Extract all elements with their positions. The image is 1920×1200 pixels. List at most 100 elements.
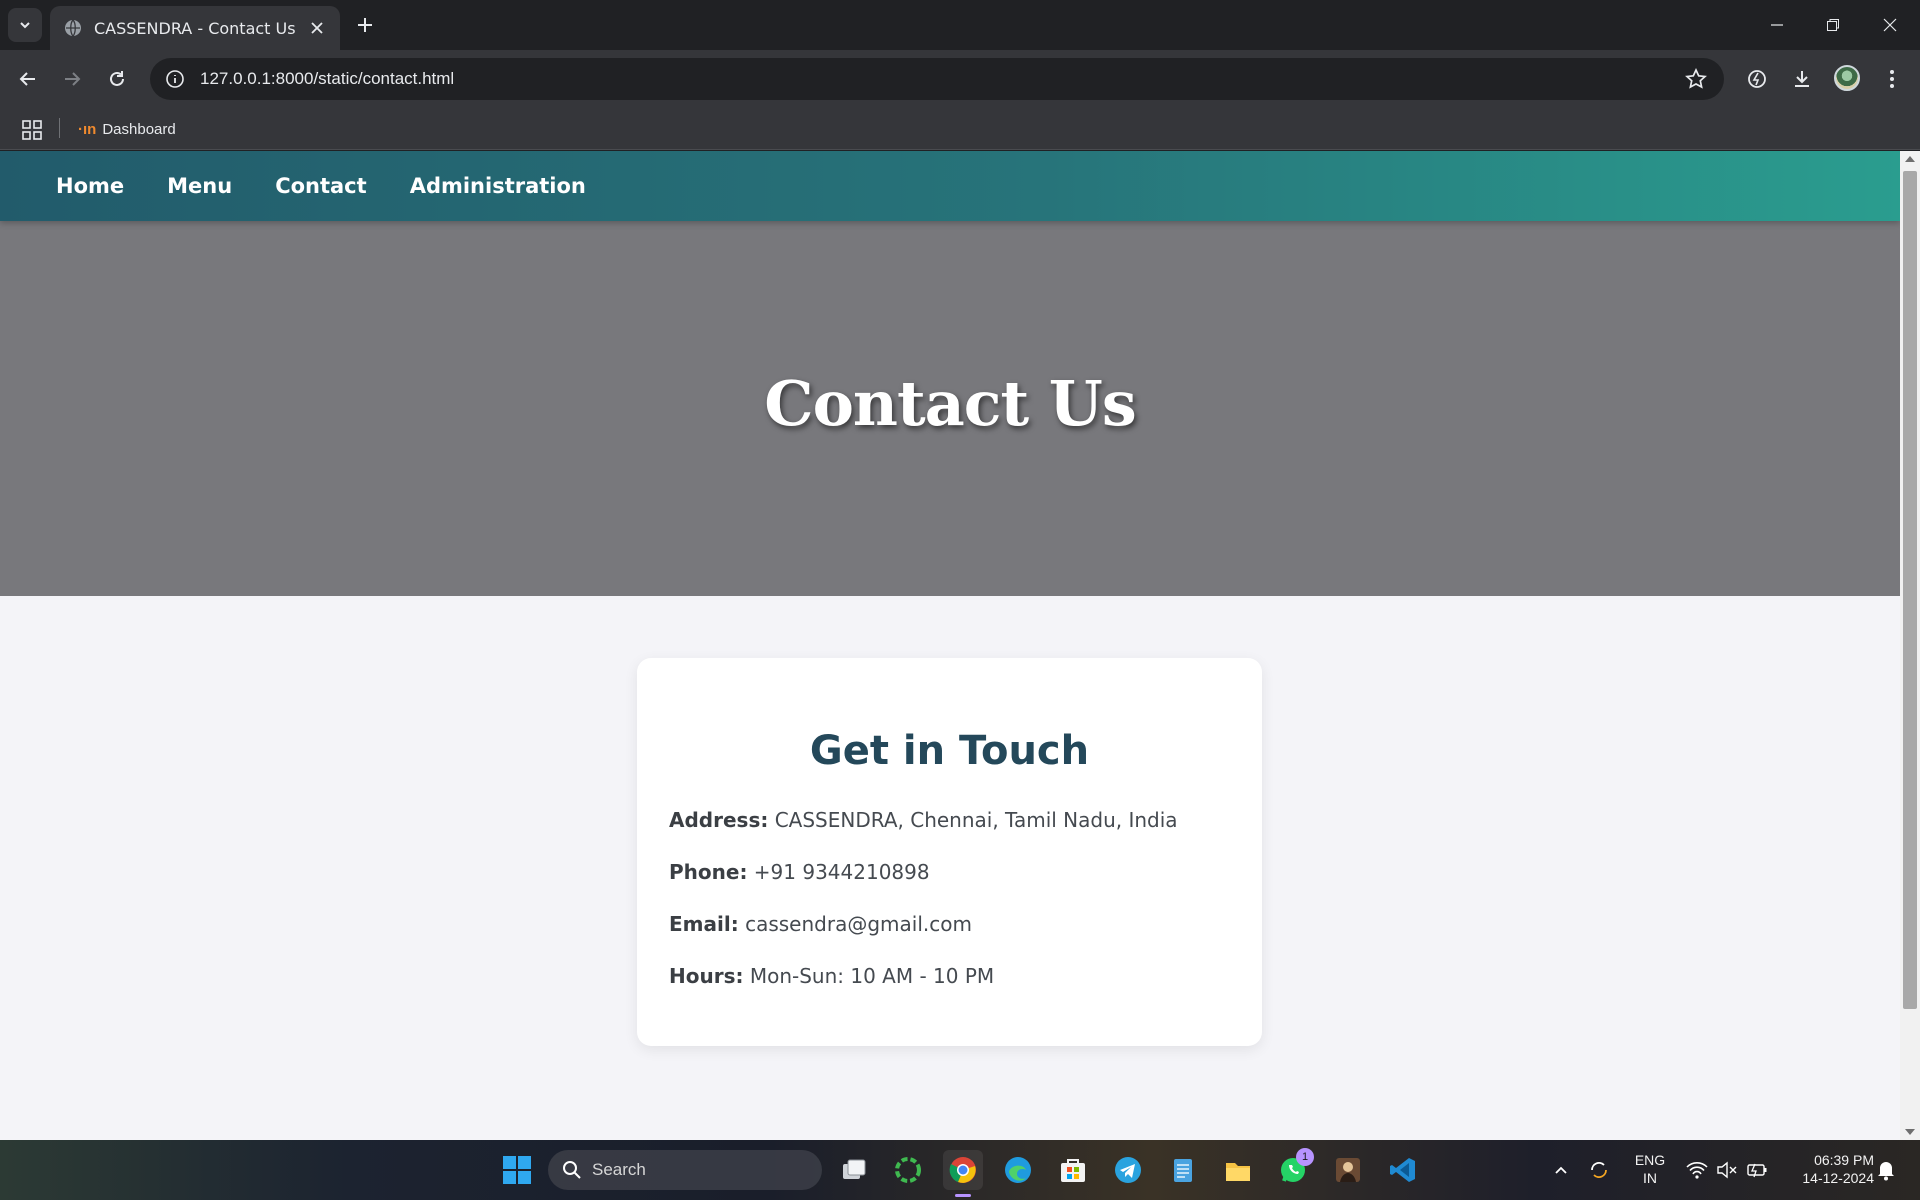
whatsapp-notification-badge: 1 <box>1296 1148 1314 1166</box>
chrome-icon <box>949 1157 976 1183</box>
reload-button[interactable] <box>101 63 133 95</box>
menu-button[interactable] <box>1876 63 1908 95</box>
tab-title: CASSENDRA - Contact Us <box>94 18 296 38</box>
address-row: Address: CASSENDRA, Chennai, Tamil Nadu,… <box>669 808 1230 832</box>
new-tab-button[interactable] <box>352 12 378 38</box>
phone-value: +91 9344210898 <box>747 860 930 884</box>
sync-icon[interactable] <box>1587 1158 1611 1182</box>
start-button[interactable] <box>497 1150 537 1190</box>
language-indicator[interactable]: ENG IN <box>1630 1151 1670 1187</box>
game-app-icon <box>1336 1158 1360 1182</box>
close-window-button[interactable] <box>1875 10 1905 40</box>
taskbar-telegram[interactable] <box>1108 1150 1148 1190</box>
edge-icon <box>1005 1157 1031 1183</box>
region-code: IN <box>1643 1170 1657 1186</box>
forward-button[interactable] <box>56 63 88 95</box>
chevron-down-icon <box>20 22 30 29</box>
hours-label: Hours: <box>669 964 744 988</box>
wifi-icon[interactable] <box>1686 1160 1708 1180</box>
taskbar-chrome[interactable] <box>943 1150 983 1190</box>
url-text: 127.0.0.1:8000/static/contact.html <box>200 69 455 88</box>
taskbar-edge[interactable] <box>998 1150 1038 1190</box>
chevron-up-icon[interactable] <box>1553 1162 1569 1178</box>
hours-row: Hours: Mon-Sun: 10 AM - 10 PM <box>669 964 1230 988</box>
page-scrollbar[interactable] <box>1900 151 1920 1140</box>
tab-search-button[interactable] <box>8 8 42 42</box>
downloads-button[interactable] <box>1786 63 1818 95</box>
scroll-up-arrow-icon[interactable] <box>1905 156 1915 162</box>
arrow-right-icon <box>65 72 81 86</box>
restore-button[interactable] <box>1818 10 1848 40</box>
nav-administration-link[interactable]: Administration <box>410 174 586 198</box>
taskbar-store[interactable] <box>1053 1150 1093 1190</box>
performance-icon <box>1748 70 1766 88</box>
profile-avatar[interactable] <box>1834 65 1860 91</box>
taskbar-file-explorer[interactable] <box>1218 1150 1258 1190</box>
language-code: ENG <box>1634 1152 1666 1168</box>
page-title: Contact Us <box>764 367 1137 440</box>
bookmarks-bar: ·ın Dashboard <box>0 108 1920 150</box>
email-label: Email: <box>669 912 739 936</box>
taskbar-app-spinner[interactable] <box>888 1150 928 1190</box>
apps-grid-icon[interactable] <box>20 118 44 142</box>
active-app-indicator <box>955 1194 971 1197</box>
arrow-left-icon <box>19 72 35 86</box>
nav-home-link[interactable]: Home <box>56 174 124 198</box>
hero-banner: Contact Us <box>0 221 1900 596</box>
store-icon <box>1061 1159 1085 1182</box>
scrollbar-thumb[interactable] <box>1903 171 1917 1009</box>
download-icon <box>1795 71 1809 87</box>
notepad-icon <box>1174 1159 1192 1182</box>
folder-icon <box>1226 1163 1250 1181</box>
address-value: CASSENDRA, Chennai, Tamil Nadu, India <box>768 808 1178 832</box>
close-icon <box>1883 18 1897 32</box>
bookmark-star-icon[interactable] <box>1684 67 1708 91</box>
reload-icon <box>110 71 124 86</box>
battery-icon[interactable] <box>1746 1160 1768 1180</box>
notification-bell-icon[interactable] <box>1876 1159 1896 1181</box>
taskbar-search-box[interactable]: Search <box>548 1150 822 1190</box>
performance-button[interactable] <box>1741 63 1773 95</box>
restore-icon <box>1827 19 1839 31</box>
page-viewport: Home Menu Contact Administration Contact… <box>0 151 1900 1140</box>
minimize-button[interactable] <box>1762 10 1792 40</box>
address-bar[interactable]: 127.0.0.1:8000/static/contact.html <box>150 58 1724 100</box>
scroll-down-arrow-icon[interactable] <box>1905 1129 1915 1135</box>
circular-app-icon <box>895 1157 921 1183</box>
windows-taskbar: Search 1 ENG IN 06:39 PM 14-12-2024 <box>0 1140 1920 1200</box>
info-icon <box>166 70 184 88</box>
email-value: cassendra@gmail.com <box>738 912 972 936</box>
nav-contact-link[interactable]: Contact <box>275 174 367 198</box>
taskbar-search-label: Search <box>592 1160 646 1179</box>
globe-icon <box>65 19 81 37</box>
browser-toolbar: 127.0.0.1:8000/static/contact.html <box>0 50 1920 108</box>
task-view-button[interactable] <box>834 1150 874 1190</box>
dashboard-favicon-icon: ·ın <box>78 120 97 138</box>
bookmark-label: Dashboard <box>102 120 176 138</box>
address-label: Address: <box>669 808 769 832</box>
bookmark-separator <box>59 118 60 138</box>
email-row: Email: cassendra@gmail.com <box>669 912 1230 936</box>
back-button[interactable] <box>12 63 44 95</box>
bookmark-dashboard[interactable]: ·ın Dashboard <box>78 116 176 142</box>
telegram-icon <box>1115 1157 1141 1183</box>
nav-menu-link[interactable]: Menu <box>167 174 232 198</box>
close-icon[interactable] <box>308 19 326 37</box>
browser-tab[interactable]: CASSENDRA - Contact Us <box>50 6 340 50</box>
site-navbar: Home Menu Contact Administration <box>0 151 1900 221</box>
search-icon <box>563 1161 581 1179</box>
volume-muted-icon[interactable] <box>1716 1160 1738 1180</box>
taskbar-vscode[interactable] <box>1383 1150 1423 1190</box>
clock[interactable]: 06:39 PM 14-12-2024 <box>1784 1151 1874 1187</box>
site-info-button[interactable] <box>162 66 188 92</box>
taskbar-game-app[interactable] <box>1328 1150 1368 1190</box>
hours-value: Mon-Sun: 10 AM - 10 PM <box>743 964 995 988</box>
minimize-icon <box>1771 24 1783 26</box>
clock-date: 14-12-2024 <box>1802 1170 1874 1186</box>
contact-card: Get in Touch Address: CASSENDRA, Chennai… <box>637 658 1262 1046</box>
task-view-icon <box>843 1159 866 1179</box>
card-heading: Get in Touch <box>809 728 1090 774</box>
phone-label: Phone: <box>669 860 748 884</box>
phone-row: Phone: +91 9344210898 <box>669 860 1230 884</box>
taskbar-notepad[interactable] <box>1163 1150 1203 1190</box>
